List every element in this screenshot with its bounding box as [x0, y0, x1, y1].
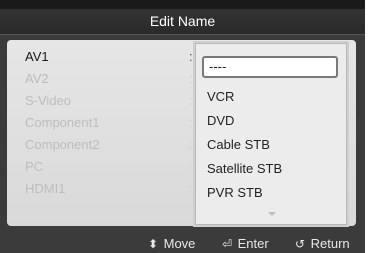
enter-label: Enter [237, 236, 269, 251]
enter-icon: ⏎ [221, 237, 233, 251]
footer-help: ⬍ Move ⏎ Enter ↺ Return [0, 235, 365, 253]
source-row-av2[interactable]: AV2 : [7, 68, 197, 90]
return-hint: ↺ Return [293, 235, 350, 253]
source-separator: : [189, 115, 193, 130]
source-row-component2[interactable]: Component2 : [7, 134, 197, 156]
option-dvd[interactable]: DVD [207, 110, 234, 132]
move-hint: ⬍ Move [146, 235, 195, 253]
scroll-down-icon[interactable] [268, 212, 276, 216]
updown-arrows-icon: ⬍ [147, 237, 159, 251]
source-name: AV1 [25, 49, 49, 64]
option-pvr-stb[interactable]: PVR STB [207, 182, 263, 204]
option-cable-stb[interactable]: Cable STB [207, 134, 270, 156]
source-separator: : [189, 181, 193, 196]
source-name: S-Video [25, 93, 72, 108]
name-dropdown[interactable]: ---- VCR DVD Cable STB Satellite STB PVR… [195, 43, 347, 225]
move-label: Move [163, 236, 196, 251]
source-row-pc[interactable]: PC : [7, 156, 197, 178]
source-separator: : [189, 137, 193, 152]
dialog-title: Edit Name [0, 9, 365, 35]
option-satellite-stb[interactable]: Satellite STB [207, 158, 282, 180]
selected-name-field[interactable]: ---- [202, 56, 338, 78]
source-separator: : [189, 93, 193, 108]
return-label: Return [310, 236, 350, 251]
option-vcr[interactable]: VCR [207, 86, 234, 108]
return-arrow-icon: ↺ [294, 237, 306, 251]
source-separator: : [189, 49, 193, 64]
source-list: AV1 : AV2 : S-Video : Component1 : Compo… [7, 40, 197, 226]
source-name: Component2 [25, 137, 100, 152]
source-name: HDMI1 [25, 181, 66, 196]
source-row-component1[interactable]: Component1 : [7, 112, 197, 134]
source-separator: : [189, 159, 193, 174]
source-row-av1[interactable]: AV1 : [7, 46, 197, 68]
source-name: AV2 [25, 71, 49, 86]
enter-hint: ⏎ Enter [220, 235, 269, 253]
source-separator: : [189, 71, 193, 86]
source-row-hdmi1[interactable]: HDMI1 : [7, 178, 197, 200]
top-bar [0, 0, 365, 9]
source-name: PC [25, 159, 44, 174]
dialog-content: AV1 : AV2 : S-Video : Component1 : Compo… [7, 40, 356, 226]
edit-name-dialog: Edit Name AV1 : AV2 : S-Video : Componen… [0, 9, 365, 253]
source-name: Component1 [25, 115, 100, 130]
source-row-s-video[interactable]: S-Video : [7, 90, 197, 112]
